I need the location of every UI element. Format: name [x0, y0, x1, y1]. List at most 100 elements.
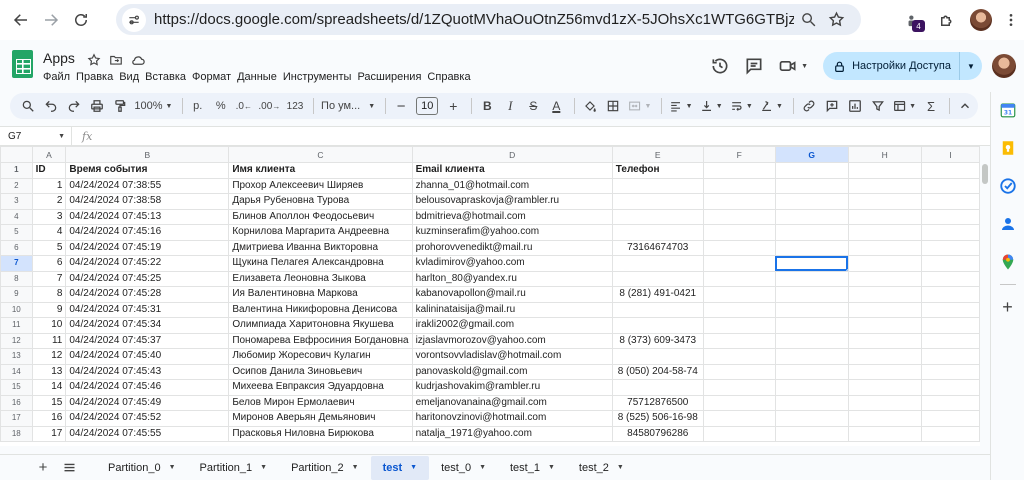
share-options-chevron-icon[interactable]: ▼	[960, 52, 982, 80]
row-header[interactable]: 6	[0, 239, 33, 256]
bold-icon[interactable]: B	[477, 95, 497, 117]
cell[interactable]: 04/24/2024 07:45:16	[65, 224, 230, 241]
cell[interactable]	[611, 224, 704, 241]
sheets-logo-icon[interactable]	[12, 50, 33, 78]
percent-format-button[interactable]: %	[211, 95, 231, 117]
cell[interactable]: 04/24/2024 07:38:58	[65, 193, 230, 210]
menu-view[interactable]: Вид	[119, 70, 144, 84]
cell[interactable]: 3	[31, 208, 67, 225]
cell[interactable]	[611, 193, 704, 210]
address-bar[interactable]: https://docs.google.com/spreadsheets/d/1…	[116, 4, 861, 35]
cell[interactable]: Прасковья Ниловна Бирюкова	[228, 425, 413, 442]
row-header[interactable]: 15	[0, 379, 33, 396]
cell[interactable]: Корнилова Маргарита Андреевна	[228, 224, 413, 241]
cell[interactable]	[611, 208, 704, 225]
row-header[interactable]: 17	[0, 410, 33, 427]
cell[interactable]: 9	[31, 301, 67, 318]
undo-icon[interactable]	[41, 95, 61, 117]
cell[interactable]	[774, 270, 849, 287]
cell[interactable]: 04/24/2024 07:45:22	[65, 255, 230, 272]
menu-file[interactable]: Файл	[43, 70, 75, 84]
menu-edit[interactable]: Правка	[76, 70, 118, 84]
cell[interactable]	[611, 348, 704, 365]
cell[interactable]: 04/24/2024 07:45:43	[65, 363, 230, 380]
cell[interactable]	[920, 208, 980, 225]
comments-icon[interactable]	[737, 50, 771, 82]
cell[interactable]	[920, 177, 980, 194]
cell[interactable]: Олимпиада Харитоновна Якушева	[228, 317, 413, 334]
cell[interactable]	[847, 394, 922, 411]
cell[interactable]: Миронов Аверьян Демьянович	[228, 410, 413, 427]
cell[interactable]: 8 (373) 609-3473	[611, 332, 704, 349]
insert-comment-icon[interactable]	[822, 95, 842, 117]
star-icon[interactable]	[86, 52, 102, 68]
horizontal-scrollbar[interactable]	[400, 446, 990, 454]
header-cell[interactable]	[847, 162, 922, 179]
chevron-down-icon[interactable]: ▼	[58, 133, 65, 140]
column-header[interactable]: A	[31, 146, 67, 163]
text-wrap-icon[interactable]: ▼	[728, 95, 755, 117]
text-rotation-icon[interactable]: ▼	[758, 95, 785, 117]
row-header[interactable]: 1	[0, 162, 33, 179]
cell[interactable]: Белов Мирон Ермолаевич	[228, 394, 413, 411]
cell[interactable]: 5	[31, 239, 67, 256]
chevron-down-icon[interactable]: ▼	[617, 464, 624, 471]
cell[interactable]: 8 (281) 491-0421	[611, 286, 704, 303]
cell[interactable]: Осипов Данила Зиновьевич	[228, 363, 413, 380]
back-button[interactable]	[6, 5, 36, 35]
cell[interactable]: 04/24/2024 07:45:28	[65, 286, 230, 303]
menu-tools[interactable]: Инструменты	[283, 70, 357, 84]
cell[interactable]: 04/24/2024 07:45:13	[65, 208, 230, 225]
cell[interactable]	[847, 193, 922, 210]
cell[interactable]: Щукина Пелагея Александровна	[228, 255, 413, 272]
cell[interactable]: Ия Валентиновна Маркова	[228, 286, 413, 303]
cell[interactable]	[702, 239, 776, 256]
cell[interactable]: 04/24/2024 07:45:52	[65, 410, 230, 427]
cell[interactable]	[774, 301, 849, 318]
cell[interactable]: bdmitrieva@hotmail.com	[411, 208, 613, 225]
cell[interactable]: 11	[31, 332, 67, 349]
sheet-tab-test_1[interactable]: test_1 ▼	[498, 456, 567, 480]
print-icon[interactable]	[87, 95, 107, 117]
row-header[interactable]: 16	[0, 394, 33, 411]
fill-handle[interactable]	[845, 268, 848, 271]
zoom-search-icon[interactable]	[794, 6, 822, 34]
cell[interactable]: Пономарева Евфросиния Богдановна	[228, 332, 413, 349]
cell[interactable]	[920, 239, 980, 256]
cell[interactable]	[774, 317, 849, 334]
more-formats-button[interactable]: 123	[285, 95, 305, 117]
cell[interactable]	[611, 270, 704, 287]
decrease-font-size-button[interactable]: −	[391, 95, 411, 117]
cell[interactable]	[702, 348, 776, 365]
header-cell[interactable]	[774, 162, 849, 179]
share-main-button[interactable]: Настройки Доступа	[823, 52, 960, 80]
row-header[interactable]: 9	[0, 286, 33, 303]
puzzle-extensions-icon[interactable]	[930, 4, 964, 36]
cell[interactable]: 7	[31, 270, 67, 287]
header-cell[interactable]: ID	[31, 162, 67, 179]
cell[interactable]: 10	[31, 317, 67, 334]
chevron-down-icon[interactable]: ▼	[352, 464, 359, 471]
insert-chart-icon[interactable]	[845, 95, 865, 117]
cell[interactable]	[920, 286, 980, 303]
cell[interactable]	[847, 208, 922, 225]
row-header[interactable]: 14	[0, 363, 33, 380]
cell[interactable]	[702, 394, 776, 411]
cell[interactable]	[920, 317, 980, 334]
cell[interactable]: Валентина Никифоровна Денисова	[228, 301, 413, 318]
text-color-icon[interactable]: A	[546, 95, 566, 117]
borders-icon[interactable]	[603, 95, 623, 117]
column-header[interactable]: C	[228, 146, 413, 163]
italic-icon[interactable]: I	[500, 95, 520, 117]
cell[interactable]: harlton_80@yandex.ru	[411, 270, 613, 287]
merge-cells-icon[interactable]: ▼	[626, 95, 653, 117]
row-header[interactable]: 5	[0, 224, 33, 241]
cell[interactable]: 16	[31, 410, 67, 427]
font-select[interactable]: По ум... ▼	[319, 95, 377, 117]
cell[interactable]	[611, 379, 704, 396]
scrollbar-thumb[interactable]	[982, 164, 988, 184]
menu-data[interactable]: Данные	[237, 70, 282, 84]
cell[interactable]	[702, 410, 776, 427]
cell[interactable]	[702, 379, 776, 396]
cell[interactable]	[847, 239, 922, 256]
